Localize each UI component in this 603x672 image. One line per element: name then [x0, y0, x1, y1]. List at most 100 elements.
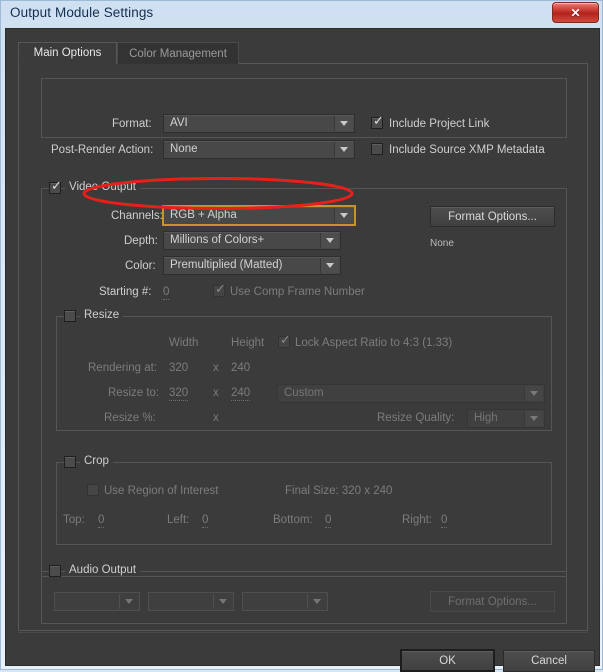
lock-aspect-ratio-checkbox[interactable]: ✓ — [278, 333, 291, 348]
cancel-button[interactable]: Cancel — [503, 650, 595, 672]
tab-main-options[interactable]: Main Options — [18, 42, 117, 64]
main-options-panel: Format: AVI Post-Render Action: None ✓ I… — [18, 63, 588, 631]
resize-quality-label: Resize Quality: — [377, 412, 455, 424]
format-dropdown-value: AVI — [170, 117, 188, 129]
video-output-checkbox[interactable]: ✓ — [49, 179, 62, 194]
close-button[interactable]: ✕ — [552, 2, 599, 23]
resize-preset-dropdown-value: Custom — [284, 387, 324, 399]
resize-to-x: x — [213, 387, 219, 399]
checkmark-icon: ✓ — [51, 179, 62, 194]
use-comp-frame-number-label: Use Comp Frame Number — [230, 286, 365, 298]
use-region-of-interest-label: Use Region of Interest — [104, 485, 219, 497]
checkmark-icon: ✓ — [280, 333, 291, 348]
chevron-down-icon — [524, 386, 543, 401]
video-output-label: Video Output — [65, 181, 140, 193]
resize-percent-label: Resize %: — [104, 412, 156, 424]
tab-strip: Main Options Color Management — [18, 42, 588, 64]
channels-dropdown[interactable]: RGB + Alpha — [162, 205, 356, 226]
depth-dropdown[interactable]: Millions of Colors+ — [163, 231, 341, 250]
channels-label: Channels: — [111, 210, 163, 222]
include-project-link-label: Include Project Link — [389, 118, 490, 130]
cancel-button-label: Cancel — [531, 655, 567, 667]
audio-channels-dropdown[interactable] — [242, 592, 328, 611]
include-project-link-checkbox[interactable]: ✓ — [371, 114, 384, 129]
crop-bottom-label: Bottom: — [273, 514, 313, 526]
audio-format-options-button-label: Format Options... — [448, 595, 537, 608]
chevron-down-icon — [334, 208, 353, 223]
starting-number-label: Starting #: — [99, 286, 152, 298]
resize-to-width-field[interactable]: 320 — [169, 387, 189, 401]
audio-format-options-button[interactable]: Format Options... — [430, 591, 555, 612]
audio-rate-dropdown[interactable] — [54, 592, 140, 611]
color-dropdown[interactable]: Premultiplied (Matted) — [163, 256, 341, 275]
audio-depth-dropdown[interactable] — [148, 592, 234, 611]
resize-preset-dropdown[interactable]: Custom — [277, 384, 545, 403]
depth-label: Depth: — [124, 235, 158, 247]
chevron-down-icon — [320, 233, 339, 248]
post-render-action-dropdown[interactable]: None — [163, 140, 355, 159]
crop-left-field[interactable]: 0 — [202, 514, 209, 528]
rendering-at-label: Rendering at: — [88, 362, 158, 374]
dialog-client-area: Main Options Color Management Format: AV… — [5, 28, 600, 672]
resize-quality-dropdown-value: High — [474, 412, 498, 424]
crop-right-label: Right: — [402, 514, 433, 526]
rendering-at-width: 320 — [169, 362, 189, 374]
crop-right-field[interactable]: 0 — [441, 514, 448, 528]
include-source-xmp-metadata-checkbox[interactable] — [371, 143, 383, 155]
checkmark-icon: ✓ — [215, 282, 226, 297]
color-label: Color: — [125, 260, 156, 272]
window-title: Output Module Settings — [10, 5, 154, 20]
resize-checkbox[interactable] — [64, 310, 76, 322]
chevron-down-icon — [524, 411, 543, 426]
tab-color-management-label: Color Management — [129, 47, 227, 60]
chevron-down-icon — [213, 594, 232, 609]
crop-group — [56, 462, 552, 545]
crop-bottom-field[interactable]: 0 — [325, 514, 332, 528]
starting-number-field[interactable]: 0 — [163, 286, 170, 300]
audio-output-label: Audio Output — [65, 564, 141, 576]
rendering-at-height: 240 — [231, 362, 251, 374]
tab-color-management[interactable]: Color Management — [117, 42, 239, 64]
resize-to-label: Resize to: — [108, 387, 160, 399]
chevron-down-icon — [334, 142, 353, 157]
video-format-options-status: None — [430, 238, 454, 249]
lock-aspect-ratio-label: Lock Aspect Ratio to 4:3 (1.33) — [295, 337, 453, 349]
crop-left-label: Left: — [167, 514, 190, 526]
title-bar: Output Module Settings ✕ — [1, 1, 603, 28]
color-dropdown-value: Premultiplied (Matted) — [170, 259, 283, 271]
resize-percent-x: x — [213, 412, 219, 424]
resize-quality-dropdown[interactable]: High — [467, 409, 545, 428]
format-dropdown[interactable]: AVI — [163, 114, 355, 133]
crop-final-size: Final Size: 320 x 240 — [285, 485, 393, 497]
format-label: Format: — [112, 118, 152, 130]
depth-dropdown-value: Millions of Colors+ — [170, 234, 265, 246]
post-render-action-label: Post-Render Action: — [51, 144, 154, 156]
channels-dropdown-value: RGB + Alpha — [170, 209, 237, 221]
chevron-down-icon — [320, 258, 339, 273]
close-icon: ✕ — [570, 5, 581, 20]
resize-to-height-field[interactable]: 240 — [231, 387, 251, 401]
chevron-down-icon — [307, 594, 326, 609]
post-render-action-dropdown-value: None — [170, 143, 198, 155]
video-format-options-button-label: Format Options... — [448, 210, 537, 223]
crop-checkbox[interactable] — [64, 456, 76, 468]
checkmark-icon: ✓ — [373, 114, 384, 129]
ok-button-label: OK — [439, 654, 456, 667]
audio-output-checkbox[interactable] — [49, 565, 61, 577]
resize-label: Resize — [80, 309, 124, 321]
use-comp-frame-number-checkbox[interactable]: ✓ — [213, 282, 226, 297]
video-format-options-button[interactable]: Format Options... — [430, 206, 555, 227]
include-source-xmp-metadata-label: Include Source XMP Metadata — [389, 144, 545, 156]
chevron-down-icon — [119, 594, 138, 609]
crop-label: Crop — [80, 455, 113, 467]
chevron-down-icon — [334, 116, 353, 131]
crop-top-label: Top: — [63, 514, 85, 526]
resize-height-header: Height — [231, 337, 265, 349]
crop-top-field[interactable]: 0 — [98, 514, 105, 528]
rendering-at-x: x — [213, 362, 219, 374]
output-module-settings-window: Output Module Settings ✕ Main Options Co… — [0, 0, 603, 672]
use-region-of-interest-checkbox[interactable] — [87, 484, 99, 496]
ok-button[interactable]: OK — [400, 649, 495, 672]
resize-width-header: Width — [169, 337, 199, 349]
footer-separator — [18, 632, 588, 633]
